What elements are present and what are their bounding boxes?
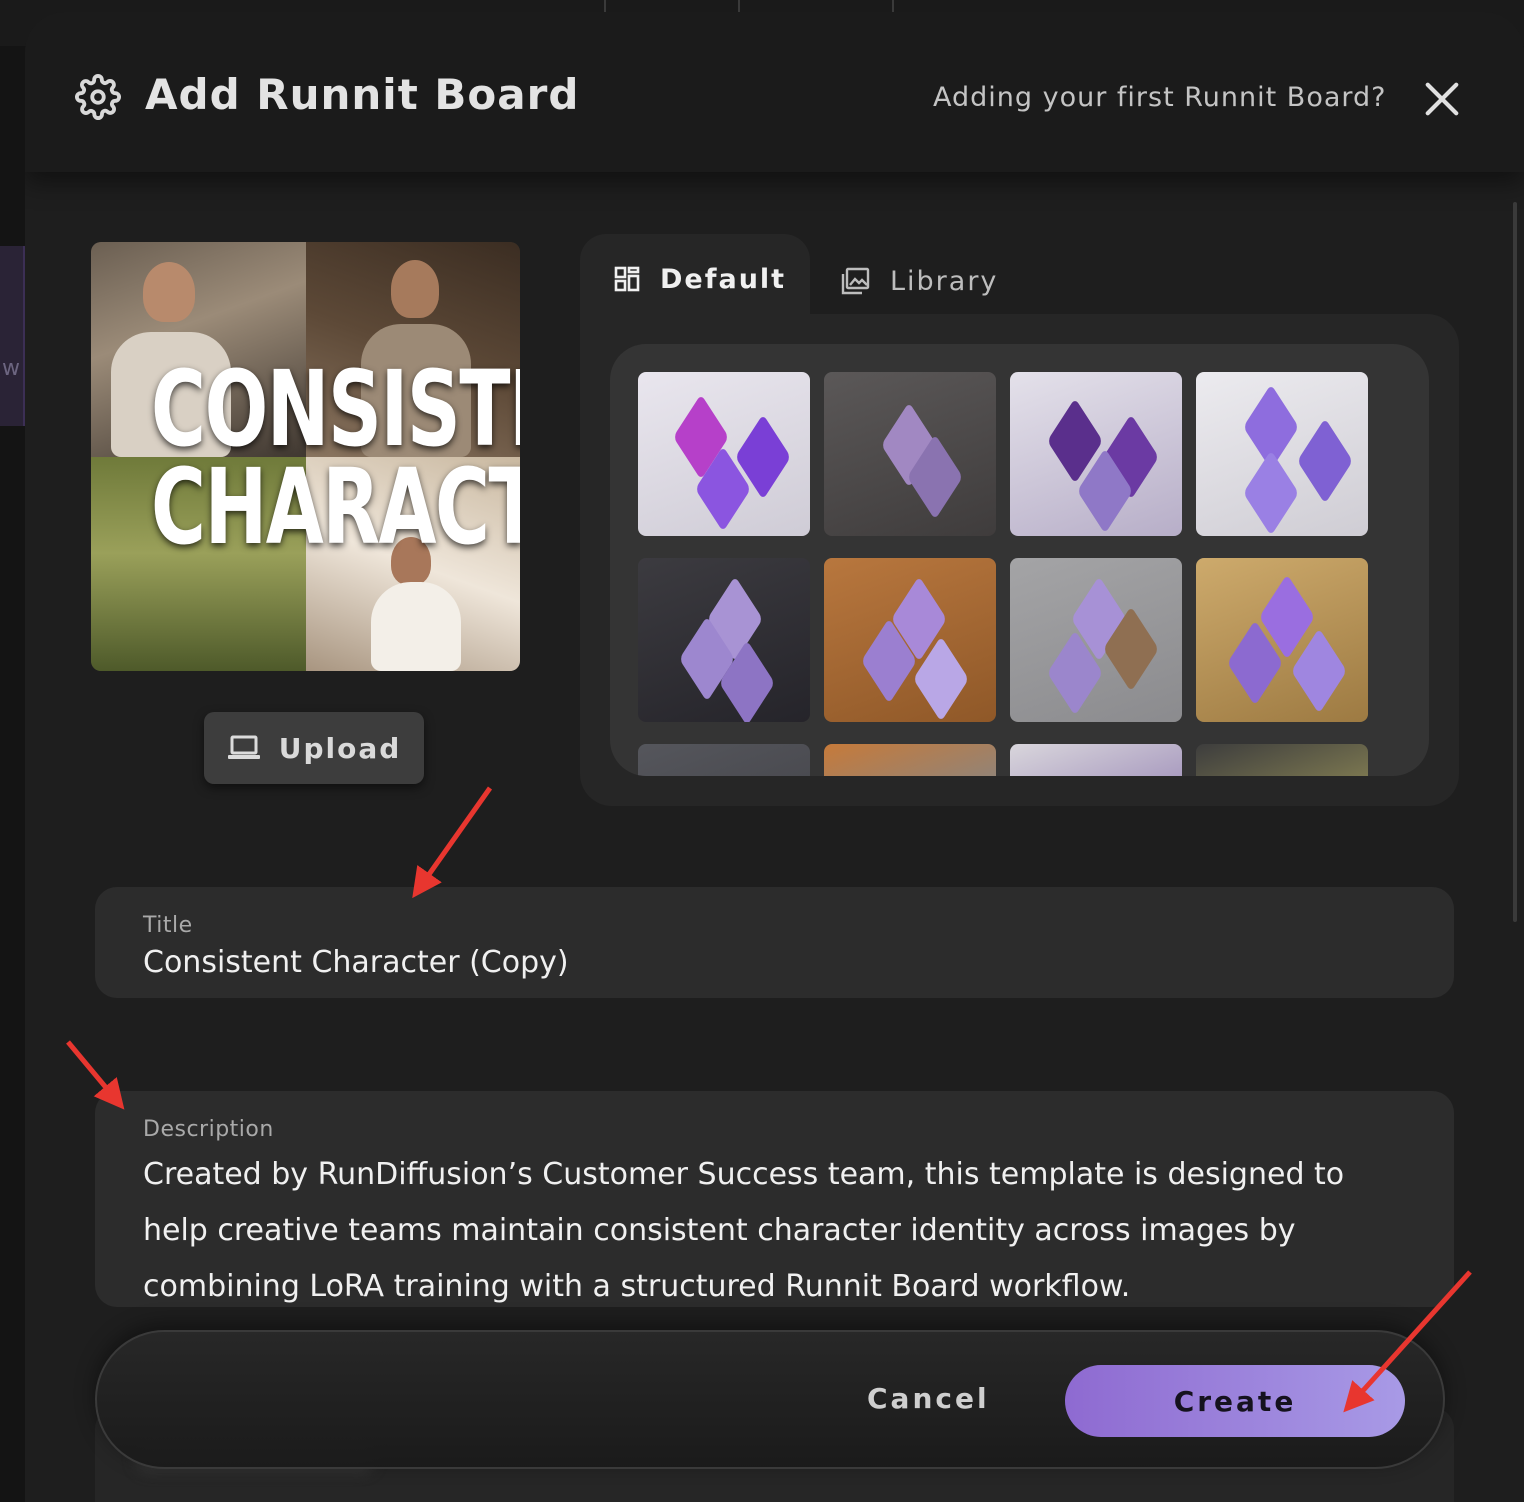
cover-thumbnail[interactable]: [824, 744, 996, 776]
board-cover-preview: CONSISTENT CHARACTER: [91, 242, 520, 671]
create-button-label: Create: [1173, 1384, 1297, 1418]
preview-overlay-line: CHARACTER: [151, 446, 520, 568]
gear-icon: [75, 74, 121, 120]
cover-thumbnail[interactable]: [638, 558, 810, 722]
tab-library-label: Library: [890, 265, 999, 297]
cover-thumbnail[interactable]: [824, 372, 996, 536]
preview-person-head: [143, 262, 195, 322]
title-field[interactable]: Title Consistent Character (Copy): [95, 887, 1454, 998]
upload-button-label: Upload: [278, 731, 402, 765]
add-runnit-board-modal: Add Runnit Board Adding your first Runni…: [25, 12, 1524, 1502]
topbar-divider: [604, 0, 606, 12]
modal-footer-actions: Cancel Create: [95, 1330, 1445, 1469]
cover-thumbnail[interactable]: [1010, 372, 1182, 536]
cover-thumbnail[interactable]: [638, 372, 810, 536]
topbar-divider: [892, 0, 894, 12]
title-field-label: Title: [143, 913, 193, 938]
tab-library[interactable]: Library: [840, 246, 998, 316]
cover-thumbnail[interactable]: [1196, 744, 1368, 776]
preview-overlay-line: CONSISTENT: [151, 348, 520, 470]
cover-thumbnail[interactable]: [824, 558, 996, 722]
cover-thumbnail[interactable]: [1010, 744, 1182, 776]
tab-default-label: Default: [660, 263, 787, 295]
cancel-button[interactable]: Cancel: [867, 1382, 990, 1415]
topbar-divider: [738, 0, 740, 12]
description-field-label: Description: [143, 1117, 274, 1142]
preview-person-body: [371, 582, 461, 671]
title-input[interactable]: Consistent Character (Copy): [143, 945, 569, 980]
description-field[interactable]: Description Created by RunDiffusion’s Cu…: [95, 1091, 1454, 1307]
create-button[interactable]: Create: [1065, 1365, 1405, 1437]
first-board-help-link[interactable]: Adding your first Runnit Board?: [933, 82, 1386, 113]
tab-default[interactable]: Default: [580, 234, 810, 324]
cover-thumbnail[interactable]: [638, 744, 810, 776]
image-library-icon: [841, 267, 870, 295]
grid-icon: [614, 266, 640, 292]
cover-thumbnail-grid: [610, 344, 1429, 776]
preview-overlay-text: CONSISTENT CHARACTER: [151, 348, 520, 568]
background-sidebar-text: w: [2, 356, 20, 381]
preview-person-head: [391, 260, 439, 318]
modal-title: Add Runnit Board: [145, 70, 580, 119]
modal-header: Add Runnit Board Adding your first Runni…: [25, 12, 1524, 172]
background-sidebar-item: w: [0, 246, 25, 426]
description-textarea[interactable]: Created by RunDiffusion’s Customer Succe…: [143, 1147, 1413, 1307]
cover-image-panel: [580, 314, 1459, 806]
modal-scrollbar[interactable]: [1513, 202, 1517, 922]
upload-button[interactable]: Upload: [204, 712, 424, 784]
laptop-icon: [227, 735, 260, 759]
cover-thumbnail[interactable]: [1196, 558, 1368, 722]
close-icon[interactable]: [1423, 80, 1461, 118]
cover-thumbnail[interactable]: [1010, 558, 1182, 722]
cover-thumbnail[interactable]: [1196, 372, 1368, 536]
